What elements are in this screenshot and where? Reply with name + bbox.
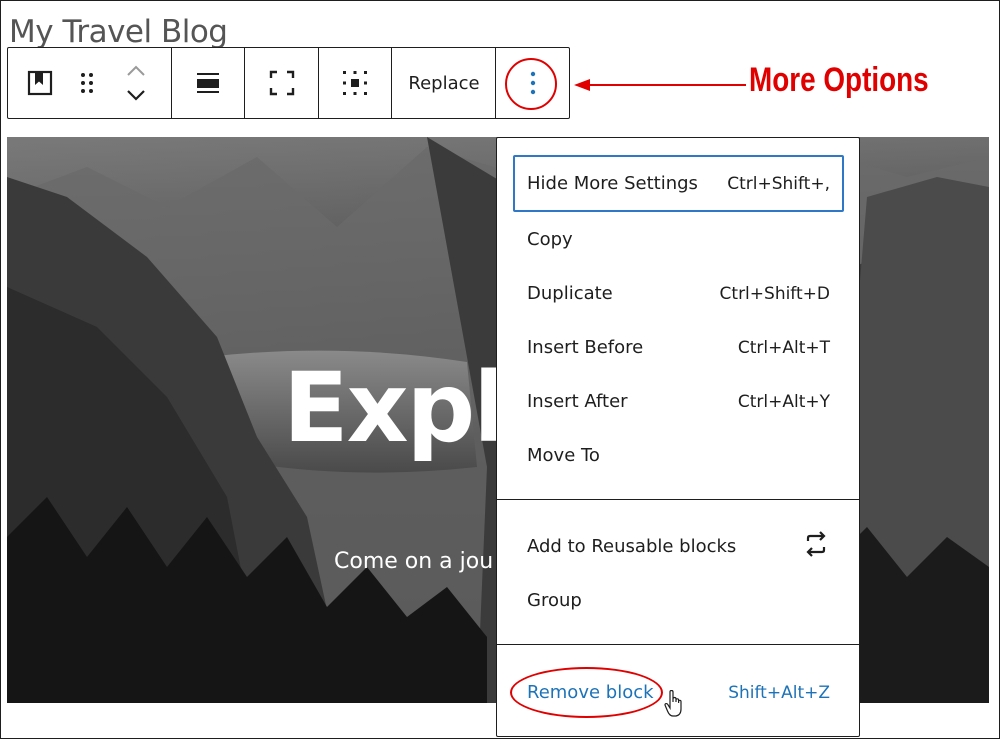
more-options-highlight-circle bbox=[505, 58, 557, 110]
more-options-annotation: More Options bbox=[749, 61, 929, 99]
menu-item-copy[interactable]: Copy bbox=[513, 211, 844, 268]
menu-item-hide-more-settings[interactable]: Hide More Settings Ctrl+Shift+, bbox=[513, 155, 844, 212]
menu-divider bbox=[497, 644, 859, 645]
align-group bbox=[172, 48, 245, 118]
menu-item-label: Duplicate bbox=[527, 283, 613, 304]
fullscreen-icon[interactable] bbox=[245, 48, 318, 118]
menu-item-shortcut: Ctrl+Alt+T bbox=[737, 337, 830, 358]
fullscreen-group bbox=[245, 48, 319, 118]
menu-item-shortcut: Ctrl+Alt+Y bbox=[737, 391, 830, 412]
menu-item-label: Group bbox=[527, 590, 582, 611]
replace-group: Replace bbox=[392, 48, 496, 118]
align-icon[interactable] bbox=[172, 48, 244, 118]
position-group bbox=[319, 48, 392, 118]
menu-item-add-to-reusable[interactable]: Add to Reusable blocks bbox=[513, 518, 844, 575]
menu-item-label: Hide More Settings bbox=[527, 173, 698, 194]
menu-item-insert-before[interactable]: Insert Before Ctrl+Alt+T bbox=[513, 319, 844, 376]
cover-block-icon[interactable] bbox=[8, 48, 72, 118]
menu-item-shortcut: Ctrl+Shift+D bbox=[719, 283, 830, 304]
menu-item-shortcut: Shift+Alt+Z bbox=[728, 682, 830, 703]
menu-divider bbox=[497, 499, 859, 500]
menu-item-label: Insert Before bbox=[527, 337, 644, 358]
menu-item-duplicate[interactable]: Duplicate Ctrl+Shift+D bbox=[513, 265, 844, 322]
replace-button[interactable]: Replace bbox=[392, 48, 496, 118]
cover-heading[interactable]: Expl bbox=[283, 352, 506, 464]
cover-subtitle[interactable]: Come on a jou bbox=[334, 549, 493, 574]
menu-item-group[interactable]: Group bbox=[513, 572, 844, 629]
block-type-group bbox=[8, 48, 172, 118]
menu-item-label: Copy bbox=[527, 229, 573, 250]
page-title: My Travel Blog bbox=[9, 14, 228, 50]
menu-item-insert-after[interactable]: Insert After Ctrl+Alt+Y bbox=[513, 373, 844, 430]
menu-item-label: Move To bbox=[527, 445, 600, 466]
more-options-menu: Hide More Settings Ctrl+Shift+, Copy Dup… bbox=[496, 137, 860, 737]
move-down-icon[interactable] bbox=[126, 83, 146, 107]
menu-item-label: Add to Reusable blocks bbox=[527, 536, 737, 557]
hand-cursor-icon bbox=[664, 690, 682, 717]
reusable-block-icon bbox=[802, 530, 830, 563]
menu-item-shortcut: Ctrl+Shift+, bbox=[727, 173, 830, 194]
remove-block-highlight-circle bbox=[510, 667, 663, 718]
menu-item-label: Insert After bbox=[527, 391, 628, 412]
move-arrows bbox=[101, 48, 171, 118]
drag-handle-icon[interactable] bbox=[72, 48, 102, 118]
menu-item-move-to[interactable]: Move To bbox=[513, 427, 844, 484]
annotation-arrow-icon bbox=[574, 79, 746, 91]
move-up-icon[interactable] bbox=[126, 59, 146, 83]
content-position-icon[interactable] bbox=[319, 48, 391, 118]
block-toolbar: Replace bbox=[7, 47, 570, 119]
